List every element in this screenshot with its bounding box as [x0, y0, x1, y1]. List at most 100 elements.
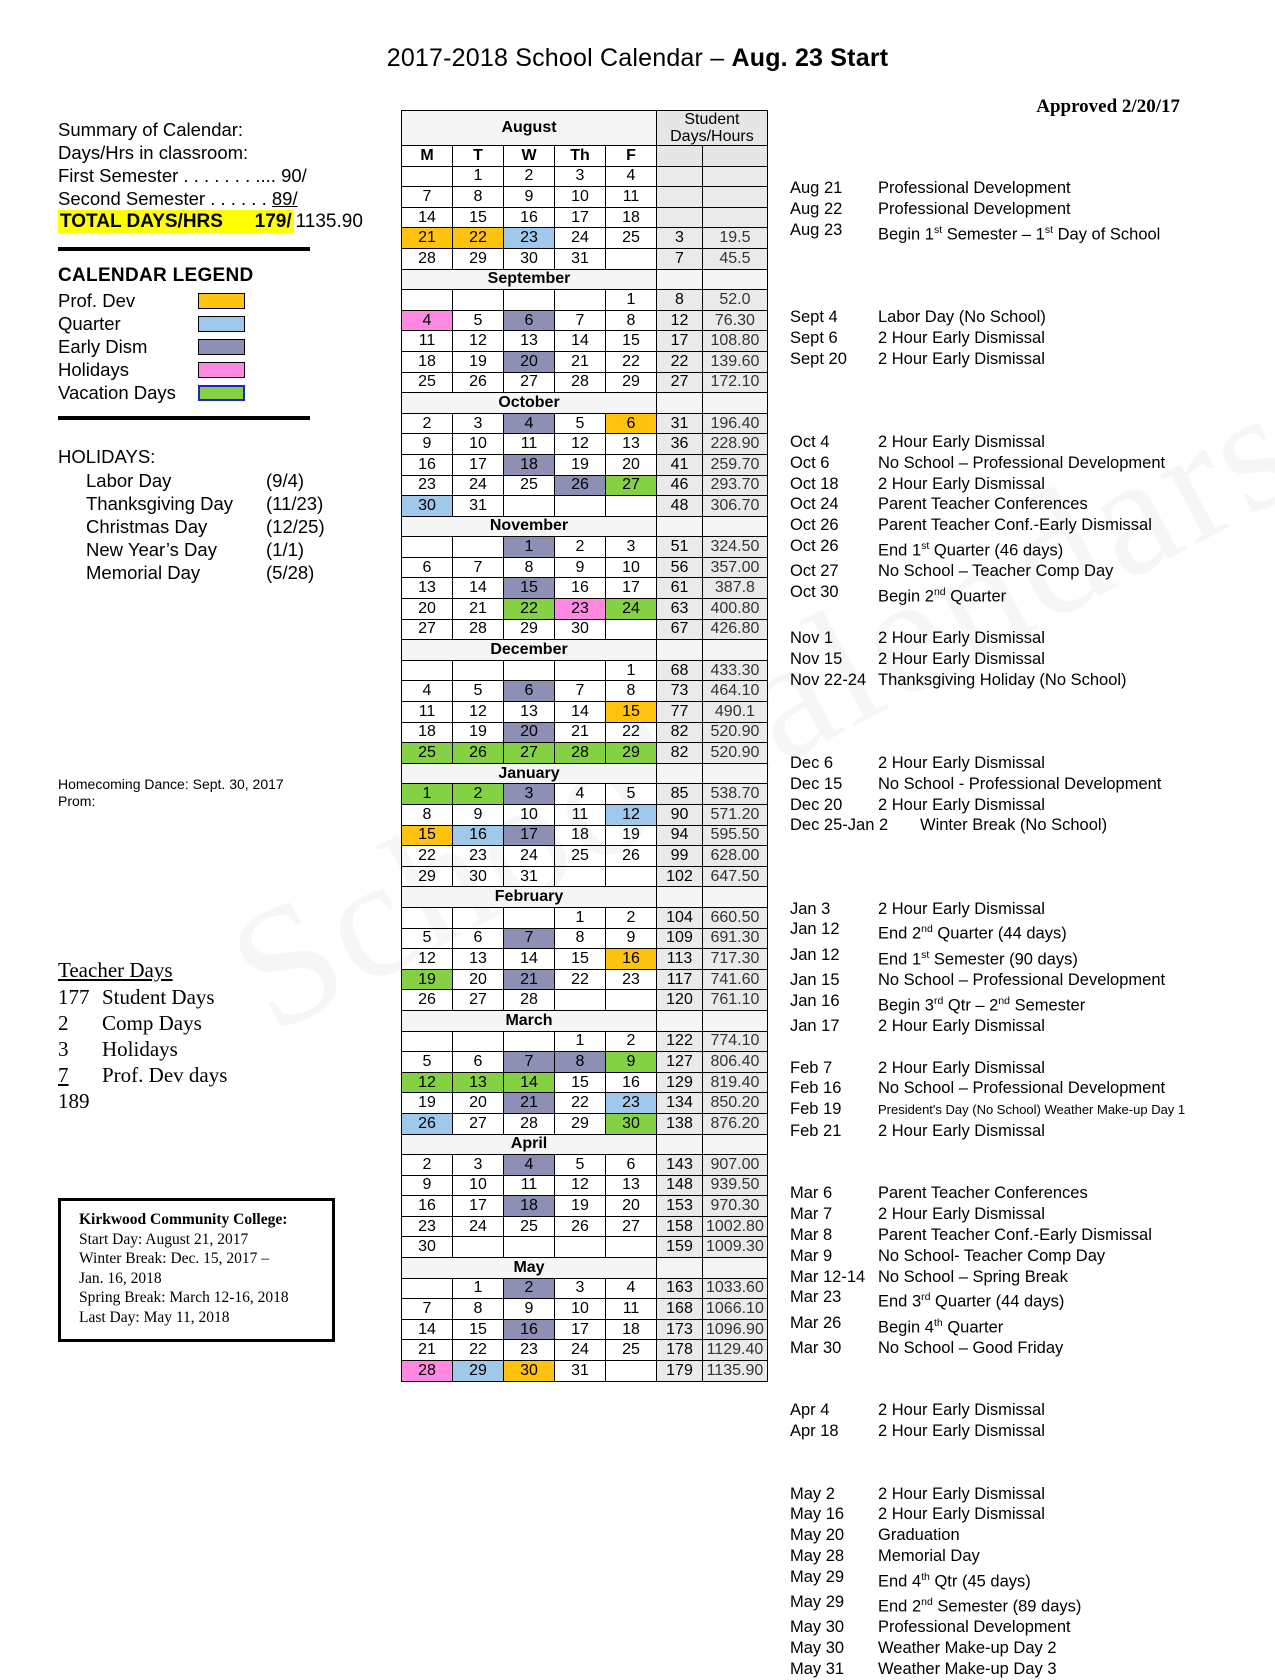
calendar-day-cell[interactable]: 17	[452, 1195, 504, 1217]
calendar-day-cell[interactable]: 20	[503, 350, 555, 373]
calendar-day-cell[interactable]: 16	[554, 577, 606, 600]
calendar-day-cell[interactable]: 30	[452, 865, 504, 888]
calendar-day-cell[interactable]: 1	[605, 659, 657, 682]
calendar-day-cell[interactable]: 23	[605, 968, 657, 991]
calendar-day-cell[interactable]: 3	[452, 1154, 504, 1176]
calendar-day-cell[interactable]: 13	[401, 577, 453, 600]
calendar-day-cell[interactable]: 10	[452, 433, 504, 455]
calendar-day-cell[interactable]: 4	[554, 783, 606, 805]
calendar-day-cell[interactable]: 21	[554, 721, 606, 744]
calendar-day-cell[interactable]: 22	[554, 968, 606, 991]
calendar-day-cell[interactable]: 12	[452, 330, 504, 352]
calendar-day-cell[interactable]: 22	[401, 845, 453, 867]
calendar-day-cell[interactable]: 21	[401, 227, 453, 249]
calendar-day-cell[interactable]: 17	[554, 206, 606, 229]
calendar-day-cell[interactable]: 19	[554, 1195, 606, 1217]
calendar-day-cell[interactable]: 22	[452, 227, 504, 249]
calendar-day-cell[interactable]: 2	[503, 165, 555, 188]
calendar-day-cell[interactable]: 2	[554, 536, 606, 558]
calendar-day-cell[interactable]: 4	[605, 1277, 657, 1300]
calendar-day-cell[interactable]: 23	[401, 1215, 453, 1238]
calendar-day-cell[interactable]: 6	[503, 309, 555, 332]
calendar-day-cell[interactable]: 16	[401, 1195, 453, 1217]
calendar-day-cell[interactable]: 18	[401, 350, 453, 373]
calendar-day-cell[interactable]: 13	[452, 948, 504, 970]
calendar-day-cell[interactable]: 19	[452, 350, 504, 373]
calendar-day-cell[interactable]: 8	[605, 309, 657, 332]
calendar-day-cell[interactable]: 24	[554, 1339, 606, 1362]
calendar-day-cell[interactable]: 8	[554, 927, 606, 950]
calendar-day-cell[interactable]: 7	[554, 309, 606, 332]
calendar-day-cell[interactable]: 14	[401, 1318, 453, 1341]
calendar-day-cell[interactable]: 10	[605, 556, 657, 579]
calendar-day-cell[interactable]: 14	[503, 1071, 555, 1094]
calendar-day-cell[interactable]: 11	[503, 1174, 555, 1197]
calendar-day-cell[interactable]: 8	[401, 804, 453, 826]
calendar-day-cell[interactable]: 27	[452, 989, 504, 1011]
calendar-day-cell[interactable]: 5	[554, 412, 606, 435]
calendar-day-cell[interactable]: 26	[554, 474, 606, 497]
calendar-day-cell[interactable]: 12	[554, 433, 606, 455]
calendar-day-cell[interactable]: 5	[452, 680, 504, 703]
calendar-day-cell[interactable]: 31	[503, 865, 555, 888]
calendar-day-cell[interactable]: 26	[401, 989, 453, 1011]
calendar-day-cell[interactable]: 20	[605, 453, 657, 476]
calendar-day-cell[interactable]: 11	[401, 330, 453, 352]
calendar-day-cell[interactable]: 11	[401, 701, 453, 723]
calendar-day-cell[interactable]: 2	[503, 1277, 555, 1300]
calendar-day-cell[interactable]: 4	[605, 165, 657, 188]
calendar-day-cell[interactable]: 29	[401, 865, 453, 888]
calendar-day-cell[interactable]: 1	[605, 289, 657, 311]
calendar-day-cell[interactable]: 14	[554, 701, 606, 723]
calendar-day-cell[interactable]: 8	[605, 680, 657, 703]
calendar-day-cell[interactable]: 21	[401, 1339, 453, 1362]
calendar-day-cell[interactable]: 14	[503, 948, 555, 970]
calendar-day-cell[interactable]: 9	[401, 1174, 453, 1197]
calendar-day-cell[interactable]: 21	[503, 1092, 555, 1114]
calendar-day-cell[interactable]: 26	[452, 742, 504, 764]
calendar-day-cell[interactable]: 29	[605, 742, 657, 764]
calendar-day-cell[interactable]: 6	[503, 680, 555, 703]
calendar-day-cell[interactable]: 27	[605, 1215, 657, 1238]
calendar-day-cell[interactable]: 16	[503, 206, 555, 229]
calendar-day-cell[interactable]: 5	[401, 927, 453, 950]
calendar-day-cell[interactable]: 18	[605, 1318, 657, 1341]
calendar-day-cell[interactable]: 3	[554, 165, 606, 188]
calendar-day-cell[interactable]: 18	[503, 453, 555, 476]
calendar-day-cell[interactable]: 17	[452, 453, 504, 476]
calendar-day-cell[interactable]: 6	[401, 556, 453, 579]
calendar-day-cell[interactable]: 12	[401, 1071, 453, 1094]
calendar-day-cell[interactable]: 16	[605, 948, 657, 970]
calendar-day-cell[interactable]: 24	[452, 474, 504, 497]
calendar-day-cell[interactable]: 25	[605, 1339, 657, 1362]
calendar-day-cell[interactable]: 18	[605, 206, 657, 229]
calendar-day-cell[interactable]: 4	[401, 309, 453, 332]
calendar-day-cell[interactable]: 19	[401, 968, 453, 991]
calendar-day-cell[interactable]: 26	[605, 845, 657, 867]
calendar-day-cell[interactable]: 18	[401, 721, 453, 744]
calendar-day-cell[interactable]: 9	[503, 1298, 555, 1320]
calendar-day-cell[interactable]: 3	[554, 1277, 606, 1300]
calendar-day-cell[interactable]: 15	[452, 206, 504, 229]
calendar-day-cell[interactable]: 19	[401, 1092, 453, 1114]
calendar-day-cell[interactable]: 27	[452, 1112, 504, 1135]
calendar-day-cell[interactable]: 23	[554, 598, 606, 620]
calendar-day-cell[interactable]: 29	[452, 1360, 504, 1382]
calendar-day-cell[interactable]: 22	[554, 1092, 606, 1114]
calendar-day-cell[interactable]: 16	[452, 824, 504, 847]
calendar-day-cell[interactable]: 15	[554, 1071, 606, 1094]
calendar-day-cell[interactable]: 29	[452, 247, 504, 270]
calendar-day-cell[interactable]: 28	[554, 742, 606, 764]
calendar-day-cell[interactable]: 20	[503, 721, 555, 744]
calendar-day-cell[interactable]: 8	[554, 1051, 606, 1073]
calendar-day-cell[interactable]: 10	[554, 1298, 606, 1320]
calendar-day-cell[interactable]: 17	[605, 577, 657, 600]
calendar-day-cell[interactable]: 15	[554, 948, 606, 970]
calendar-day-cell[interactable]: 18	[503, 1195, 555, 1217]
calendar-day-cell[interactable]: 16	[401, 453, 453, 476]
calendar-day-cell[interactable]: 2	[605, 1030, 657, 1053]
calendar-day-cell[interactable]: 5	[554, 1154, 606, 1176]
calendar-day-cell[interactable]: 12	[452, 701, 504, 723]
calendar-day-cell[interactable]: 29	[503, 618, 555, 641]
calendar-day-cell[interactable]: 15	[503, 577, 555, 600]
